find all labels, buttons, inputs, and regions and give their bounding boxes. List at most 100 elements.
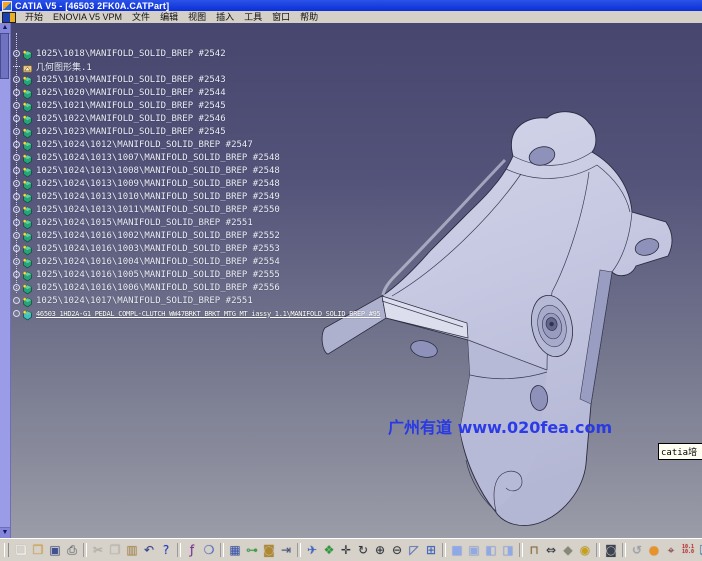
tree-item-label[interactable]: 1025\1021\MANIFOLD_SOLID_BREP #2545 [36,101,226,111]
tree-scrollbar[interactable]: ▲ ▼ [0,23,11,538]
units-button[interactable]: 10.1 10.0 [680,542,696,559]
tree-item-label[interactable]: 1025\1024\1013\1010\MANIFOLD_SOLID_BREP … [36,192,280,202]
solid-body-icon[interactable] [22,282,33,293]
shading-button[interactable]: ■ [449,542,465,559]
new-document-button[interactable]: ❏ [13,542,29,559]
lock-button[interactable]: ◙ [261,542,277,559]
measure-item-button[interactable]: ◆ [560,542,576,559]
paste-button[interactable]: ▥ [124,542,140,559]
tree-expand-handle[interactable] [13,66,20,67]
tree-expand-handle[interactable] [13,206,20,213]
3d-element-button[interactable]: ❑ [697,542,702,559]
product-structure-button[interactable]: ⊶ [244,542,260,559]
solid-body-icon[interactable] [22,113,33,124]
tree-item-label[interactable]: 1025\1024\1013\1011\MANIFOLD_SOLID_BREP … [36,205,280,215]
tree-expand-handle[interactable] [13,297,20,304]
tree-expand-handle[interactable] [13,232,20,239]
tree-item[interactable]: 1025\1022\MANIFOLD_SOLID_BREP #2546 [13,112,226,125]
3d-viewport[interactable]: ▲ ▼ 1025\1018\MANIFOLD_SOLID_BREP #2542 [0,23,702,538]
3d-model[interactable] [300,108,702,538]
tree-expand-handle[interactable] [13,284,20,291]
solid-body-icon[interactable] [22,217,33,228]
solid-body-icon[interactable] [22,74,33,85]
tree-item-label[interactable]: 1025\1024\1016\1004\MANIFOLD_SOLID_BREP … [36,257,280,267]
tree-expand-handle[interactable] [13,180,20,187]
cut-button[interactable]: ✂ [90,542,106,559]
export-button[interactable]: ⇥ [278,542,294,559]
solid-body-icon[interactable] [22,191,33,202]
tree-item[interactable]: 几何图形集.1 [13,60,92,73]
tree-item[interactable]: 1025\1024\1013\1010\MANIFOLD_SOLID_BREP … [13,190,280,203]
fly-mode-button[interactable]: ✈ [304,542,320,559]
save-button[interactable]: ▣ [47,542,63,559]
tree-item-label[interactable]: 1025\1024\1016\1006\MANIFOLD_SOLID_BREP … [36,283,280,293]
light-effect-button[interactable]: ● [646,542,662,559]
tree-item-label[interactable]: 1025\1023\MANIFOLD_SOLID_BREP #2545 [36,127,226,137]
tree-item[interactable]: 1025\1024\1016\1002\MANIFOLD_SOLID_BREP … [13,229,280,242]
menu-item-6[interactable]: 工具 [239,11,267,23]
tree-expand-handle[interactable] [13,219,20,226]
tree-expand-handle[interactable] [13,310,20,317]
tree-expand-handle[interactable] [13,193,20,200]
solid-body-icon[interactable] [22,243,33,254]
tree-expand-handle[interactable] [13,154,20,161]
menu-item-8[interactable]: 帮助 [295,11,323,23]
solid-body-icon[interactable] [22,139,33,150]
tree-expand-handle[interactable] [13,76,20,83]
solid-body-icon[interactable] [22,100,33,111]
tree-expand-handle[interactable] [13,89,20,96]
tree-item[interactable]: 1025\1024\1013\1007\MANIFOLD_SOLID_BREP … [13,151,280,164]
toolbar-grip[interactable] [4,543,9,557]
menu-item-0[interactable]: 开始 [20,11,48,23]
tree-item[interactable]: 1025\1024\1013\1009\MANIFOLD_SOLID_BREP … [13,177,280,190]
open-folder-button[interactable]: ❒ [30,542,46,559]
tree-item-label[interactable]: 1025\1019\MANIFOLD_SOLID_BREP #2543 [36,75,226,85]
measure-between-button[interactable]: ⇔ [543,542,559,559]
tree-expand-handle[interactable] [13,115,20,122]
tree-expand-handle[interactable] [13,50,20,57]
tree-item-label[interactable]: 46503 1HD2A-G1 PEDAL COMPL-CLUTCH WW47BR… [36,310,380,318]
tree-item-label[interactable]: 1025\1024\1016\1002\MANIFOLD_SOLID_BREP … [36,231,280,241]
tree-item-label[interactable]: 1025\1024\1013\1007\MANIFOLD_SOLID_BREP … [36,153,280,163]
tree-item-label[interactable]: 几何图形集.1 [36,60,92,73]
menu-item-3[interactable]: 编辑 [155,11,183,23]
tree-item-label[interactable]: 1025\1024\1012\MANIFOLD_SOLID_BREP #2547 [36,140,253,150]
fit-all-in-button[interactable]: ❖ [321,542,337,559]
pan-button[interactable]: ✛ [338,542,354,559]
tree-item[interactable]: 1025\1019\MANIFOLD_SOLID_BREP #2543 [13,73,226,86]
tree-item[interactable]: 1025\1024\1017\MANIFOLD_SOLID_BREP #2551 [13,294,253,307]
geometrical-set-icon[interactable] [22,61,33,72]
tree-item[interactable]: 1025\1021\MANIFOLD_SOLID_BREP #2545 [13,99,226,112]
solid-body-icon[interactable] [22,256,33,267]
solid-body-icon[interactable] [22,295,33,306]
tree-item[interactable]: 1025\1024\1013\1011\MANIFOLD_SOLID_BREP … [13,203,280,216]
tree-expand-handle[interactable] [13,271,20,278]
tree-item[interactable]: 1025\1024\1016\1006\MANIFOLD_SOLID_BREP … [13,281,280,294]
tree-item-label[interactable]: 1025\1020\MANIFOLD_SOLID_BREP #2544 [36,88,226,98]
annotation-bubble-button[interactable]: ❍ [201,542,217,559]
tree-item[interactable]: 1025\1024\1013\1008\MANIFOLD_SOLID_BREP … [13,164,280,177]
tree-expand-handle[interactable] [13,102,20,109]
solid-body-icon[interactable] [22,178,33,189]
tree-item[interactable]: 1025\1024\1016\1003\MANIFOLD_SOLID_BREP … [13,242,280,255]
tree-item-label[interactable]: 1025\1022\MANIFOLD_SOLID_BREP #2546 [36,114,226,124]
undo-button[interactable]: ↶ [141,542,157,559]
tree-expand-handle[interactable] [13,128,20,135]
print-button[interactable]: ⎙ [64,542,80,559]
tree-expand-handle[interactable] [13,258,20,265]
solid-body-icon[interactable] [22,48,33,59]
tree-item[interactable]: 1025\1024\1015\MANIFOLD_SOLID_BREP #2551 [13,216,253,229]
context-help-button[interactable]: ? [158,542,174,559]
menu-item-1[interactable]: ENOVIA V5 VPM [48,11,127,23]
zoom-in-button[interactable]: ⊕ [372,542,388,559]
tree-item-label[interactable]: 1025\1024\1016\1005\MANIFOLD_SOLID_BREP … [36,270,280,280]
tree-item-label[interactable]: 1025\1024\1013\1008\MANIFOLD_SOLID_BREP … [36,166,280,176]
shading-with-edges-button[interactable]: ▣ [466,542,482,559]
menu-item-2[interactable]: 文件 [127,11,155,23]
axis-system-button[interactable]: ⌖ [663,542,679,559]
tree-item-label[interactable]: 1025\1024\1015\MANIFOLD_SOLID_BREP #2551 [36,218,253,228]
tree-item[interactable]: 1025\1023\MANIFOLD_SOLID_BREP #2545 [13,125,226,138]
mass-properties-button[interactable]: ◉ [577,542,593,559]
tree-item-label[interactable]: 1025\1024\1016\1003\MANIFOLD_SOLID_BREP … [36,244,280,254]
clamp-button[interactable]: ⊓ [526,542,542,559]
